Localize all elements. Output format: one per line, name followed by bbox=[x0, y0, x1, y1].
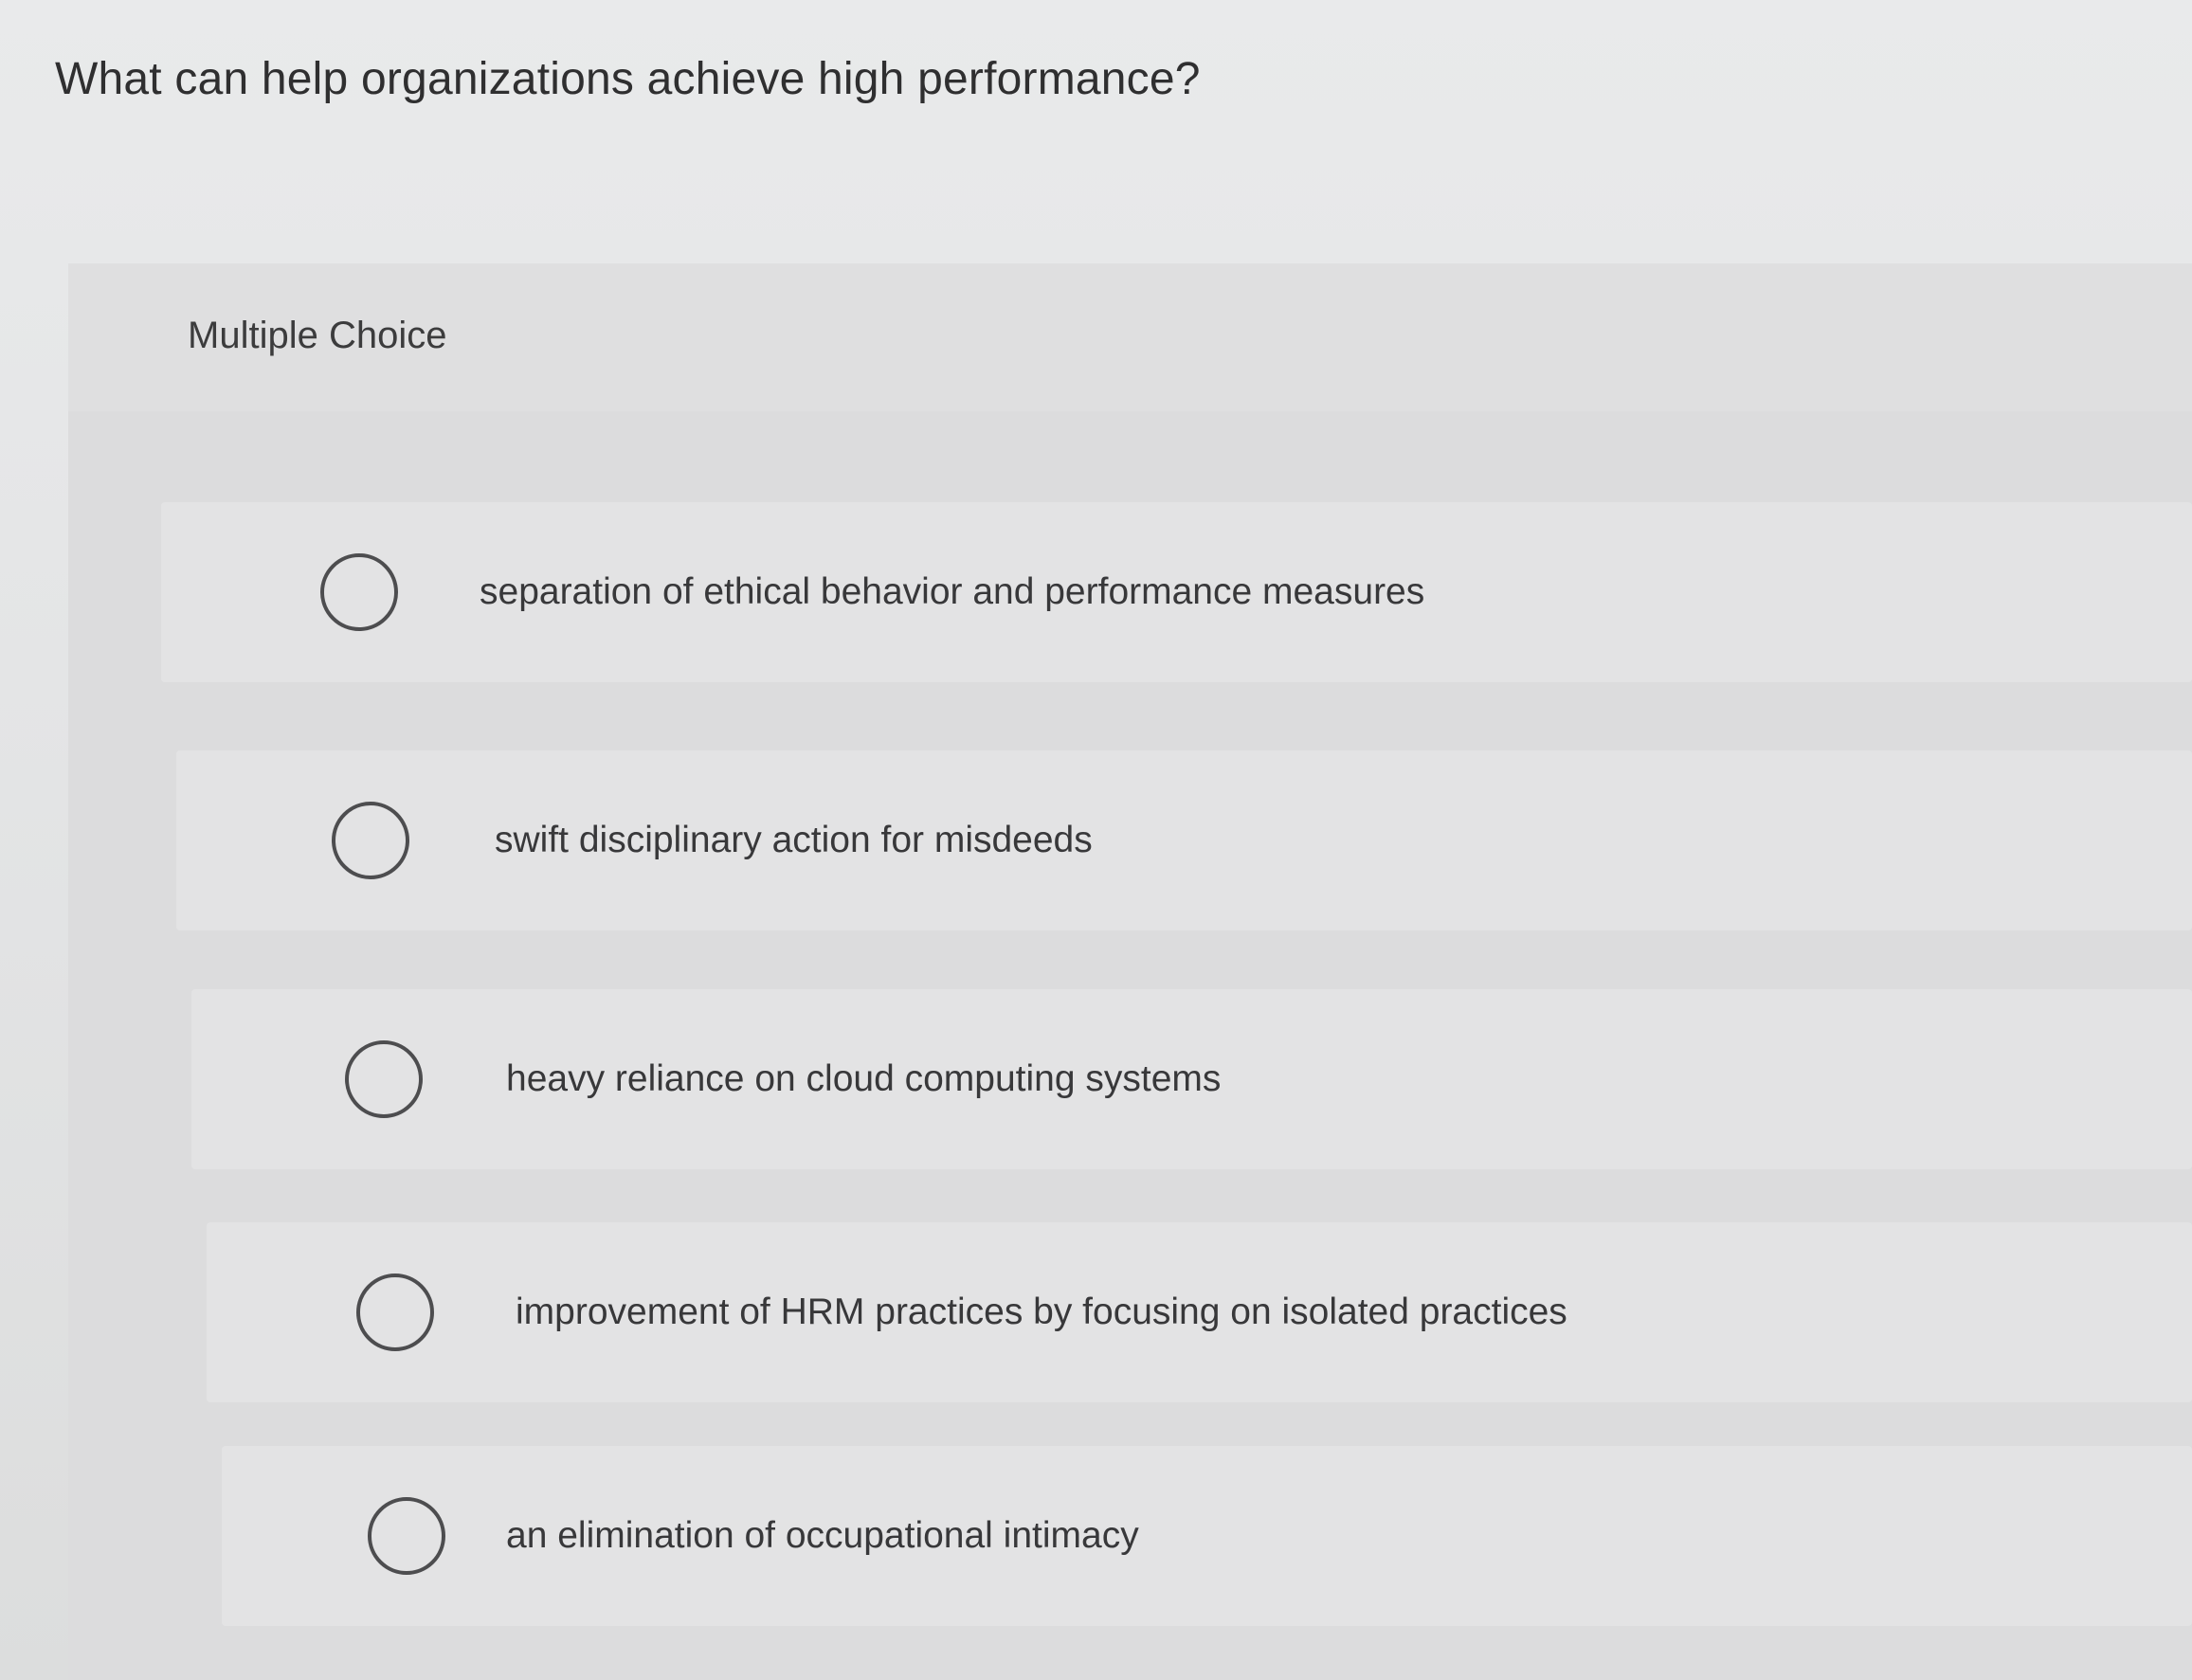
answer-choice-label: an elimination of occupational intimacy bbox=[506, 1515, 1139, 1556]
question-prompt: What can help organizations achieve high… bbox=[55, 54, 1201, 104]
answer-choice-label: improvement of HRM practices by focusing… bbox=[516, 1292, 1567, 1332]
answer-choice-4[interactable]: improvement of HRM practices by focusing… bbox=[207, 1222, 2192, 1402]
answer-choice-label: separation of ethical behavior and perfo… bbox=[480, 571, 1425, 612]
radio-button-empty-icon[interactable] bbox=[320, 553, 398, 631]
radio-button-empty-icon[interactable] bbox=[345, 1040, 423, 1118]
radio-button-empty-icon[interactable] bbox=[356, 1274, 434, 1351]
answer-choice-1[interactable]: separation of ethical behavior and perfo… bbox=[161, 502, 2192, 682]
quiz-page: What can help organizations achieve high… bbox=[0, 0, 2192, 1680]
answer-choice-list: separation of ethical behavior and perfo… bbox=[68, 263, 2192, 1680]
answer-choice-3[interactable]: heavy reliance on cloud computing system… bbox=[191, 989, 2192, 1169]
answer-choice-5[interactable]: an elimination of occupational intimacy bbox=[222, 1446, 2192, 1626]
answer-choice-label: swift disciplinary action for misdeeds bbox=[495, 820, 1093, 860]
question-panel: Multiple Choice separation of ethical be… bbox=[68, 263, 2192, 1680]
radio-button-empty-icon[interactable] bbox=[368, 1497, 445, 1575]
radio-button-empty-icon[interactable] bbox=[332, 802, 409, 879]
answer-choice-2[interactable]: swift disciplinary action for misdeeds bbox=[176, 750, 2192, 930]
answer-choice-label: heavy reliance on cloud computing system… bbox=[506, 1058, 1222, 1099]
